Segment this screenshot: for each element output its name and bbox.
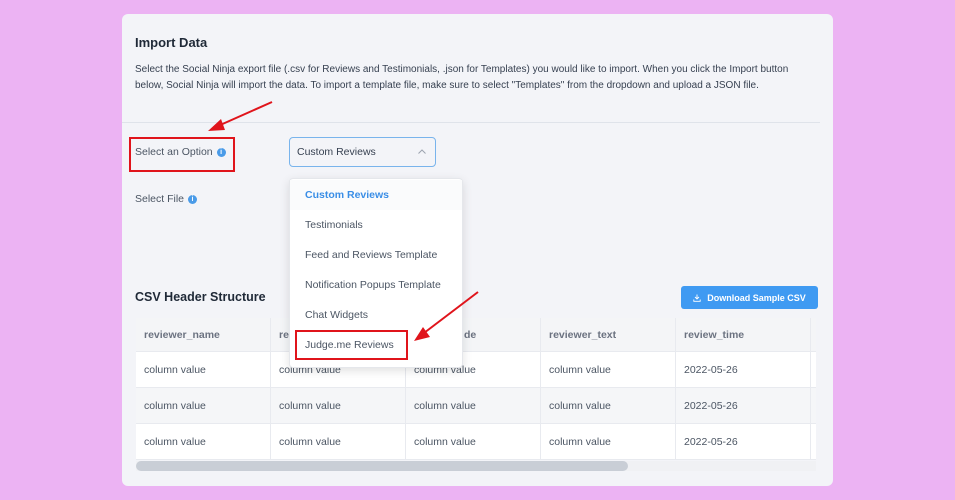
- highlight-box-judgeme: [295, 330, 408, 360]
- import-description: Select the Social Ninja export file (.cs…: [135, 64, 789, 91]
- table-cell: column value: [136, 388, 271, 423]
- scrollbar-thumb[interactable]: [136, 461, 628, 471]
- column-header: reviewer_text: [541, 318, 676, 351]
- highlight-box-select-option: [129, 137, 235, 172]
- table-cell: column value: [541, 388, 676, 423]
- info-icon[interactable]: i: [188, 194, 198, 204]
- table-cell: column value: [136, 424, 271, 459]
- select-file-label-text: Select File: [135, 193, 185, 205]
- download-sample-csv-label: Download Sample CSV: [707, 292, 806, 303]
- option-notification-popups-template[interactable]: Notification Popups Template: [290, 270, 462, 300]
- divider: [122, 122, 820, 123]
- table-cell: column value: [136, 352, 271, 387]
- table-cell: 2022-05-26: [676, 388, 811, 423]
- chevron-up-icon: [418, 149, 426, 154]
- table-row: column value column value column value c…: [136, 352, 816, 388]
- table-cell: 2022-05-26: [676, 424, 811, 459]
- table-cell: column value: [541, 424, 676, 459]
- import-panel: Import Data Select the Social Ninja expo…: [122, 14, 833, 486]
- table-cell: column value: [271, 388, 406, 423]
- table-row: column value column value column value c…: [136, 424, 816, 460]
- table-cell: column value: [406, 388, 541, 423]
- option-testimonials[interactable]: Testimonials: [290, 210, 462, 240]
- table-cell: 2022-05-26: [676, 352, 811, 387]
- option-feed-reviews-template[interactable]: Feed and Reviews Template: [290, 240, 462, 270]
- select-file-label: Select File i: [135, 193, 198, 205]
- option-chat-widgets[interactable]: Chat Widgets: [290, 300, 462, 330]
- csv-header-table: reviewer_name re de reviewer_text review…: [136, 318, 816, 460]
- column-header: reviewer_name: [136, 318, 271, 351]
- csv-header-title: CSV Header Structure: [135, 290, 266, 304]
- column-header: review_time: [676, 318, 811, 351]
- page-title: Import Data: [135, 35, 208, 50]
- option-select[interactable]: Custom Reviews: [289, 137, 436, 167]
- download-sample-csv-button[interactable]: Download Sample CSV: [681, 286, 818, 309]
- table-cell: column value: [271, 424, 406, 459]
- table-row: column value column value column value c…: [136, 388, 816, 424]
- option-custom-reviews[interactable]: Custom Reviews: [290, 180, 462, 210]
- table-cell: column value: [406, 424, 541, 459]
- table-horizontal-scrollbar[interactable]: [136, 461, 816, 471]
- option-select-value: Custom Reviews: [297, 146, 376, 158]
- table-header-row: reviewer_name re de reviewer_text review…: [136, 318, 816, 352]
- table-cell: column value: [541, 352, 676, 387]
- download-icon: [693, 294, 701, 302]
